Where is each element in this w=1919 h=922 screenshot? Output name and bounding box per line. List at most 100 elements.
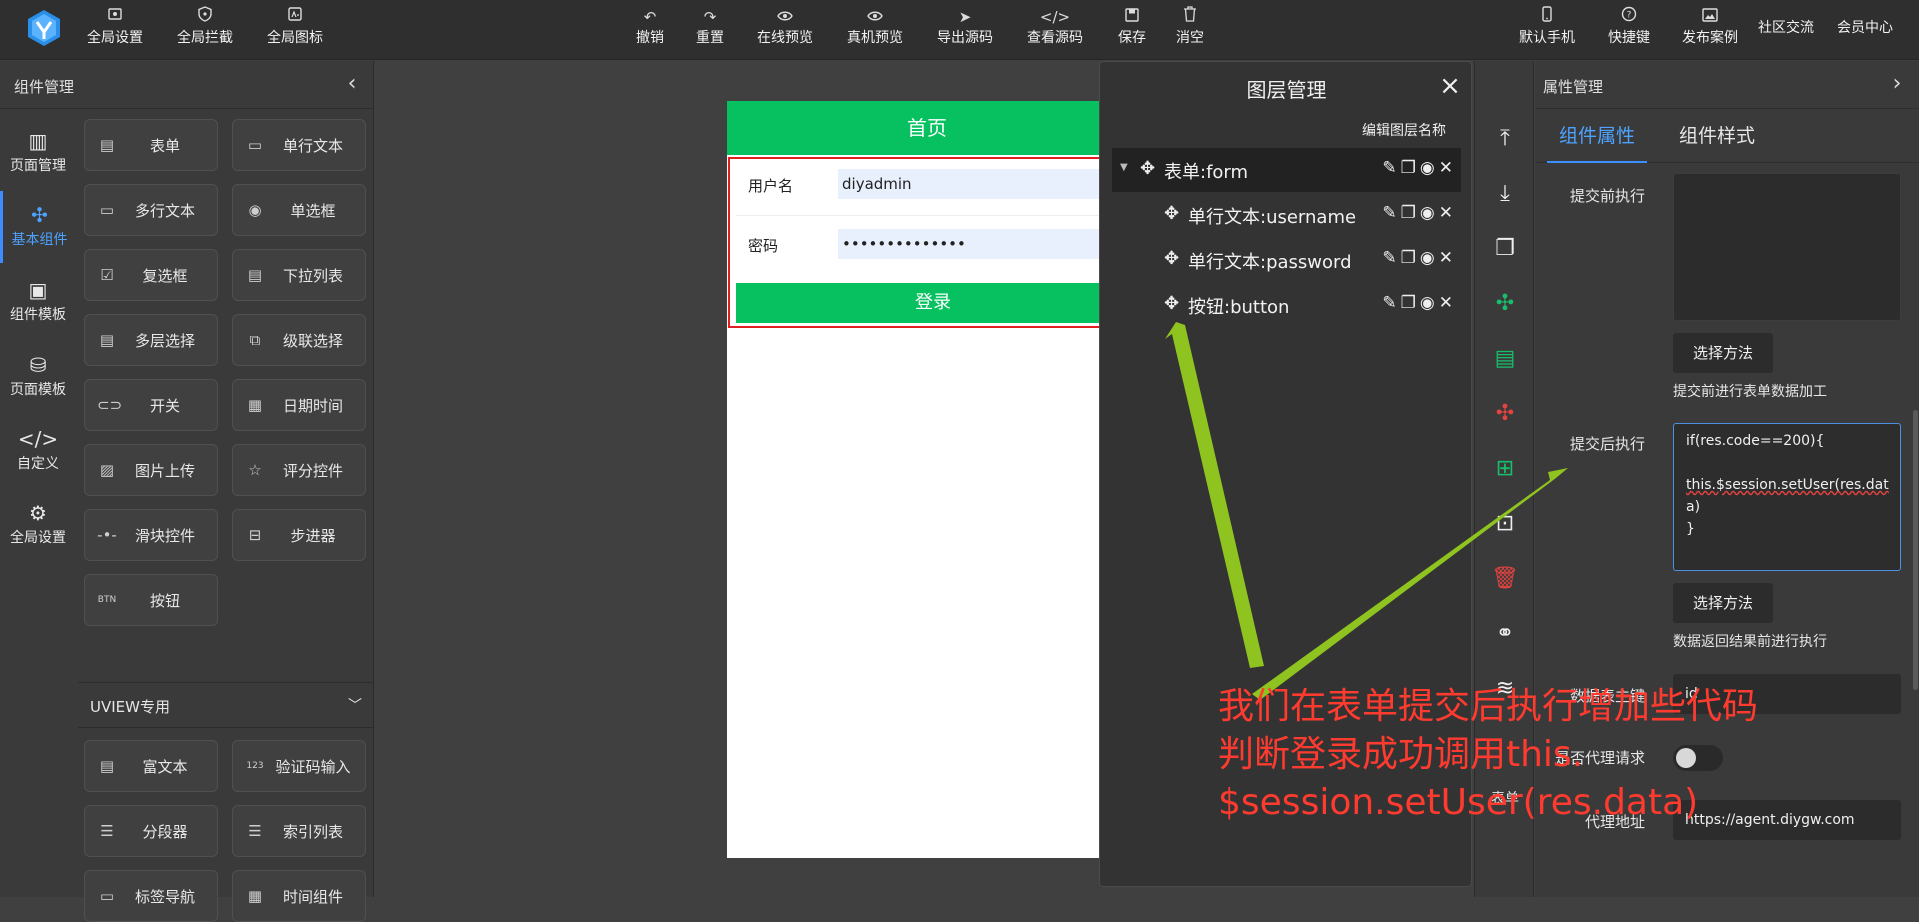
add-document-icon[interactable]: ⊞ [1475, 449, 1535, 489]
layer-row-form[interactable]: ▼ ✥ 表单:form ✎❐◉✕ [1112, 148, 1461, 192]
before-submit-textarea[interactable] [1673, 173, 1901, 321]
copy-icon[interactable]: ❐ [1401, 203, 1420, 223]
tab-component-styles[interactable]: 组件样式 [1667, 109, 1767, 163]
uview-section-header[interactable]: UVIEW专用 ﹀ [78, 682, 374, 728]
view-source-button[interactable]: </> 查看源码 [1022, 6, 1088, 54]
eye-icon[interactable]: ◉ [1420, 248, 1439, 268]
global-intercept-button[interactable]: 全局拦截 [172, 6, 238, 54]
move-icon[interactable]: ✥ [1164, 203, 1179, 224]
component-tab-nav[interactable]: ▭ 标签导航 [84, 870, 218, 922]
component-switch[interactable]: ⊂⊃ 开关 [84, 379, 218, 431]
eye-icon[interactable]: ◉ [1420, 203, 1439, 223]
eye-icon[interactable]: ◉ [1420, 158, 1439, 178]
move-bottom-icon[interactable]: ⤓ [1475, 174, 1535, 214]
move-icon[interactable]: ✥ [1164, 293, 1179, 314]
shortcuts-button[interactable]: ? 快捷键 [1604, 6, 1654, 54]
edit-icon[interactable]: ✎ [1382, 158, 1400, 178]
password-field[interactable]: •••••••••••••• [838, 229, 1128, 259]
copy-icon[interactable]: ❐ [1401, 293, 1420, 313]
component-slider[interactable]: -•- 滑块控件 [84, 509, 218, 561]
close-icon[interactable]: × [1436, 72, 1464, 100]
redo-button[interactable]: ↷ 重置 [692, 6, 728, 54]
component-rate[interactable]: ☆ 评分控件 [232, 444, 366, 496]
component-stepper[interactable]: ⊟ 步进器 [232, 509, 366, 561]
nav-basic-components[interactable]: ✣ 基本组件 [0, 191, 76, 263]
eye-icon[interactable]: ◉ [1420, 293, 1439, 313]
close-icon[interactable]: ✕ [1439, 248, 1457, 268]
nav-page-templates[interactable]: ⛁ 页面模板 [0, 341, 76, 413]
component-rich-text[interactable]: ▤ 富文本 [84, 740, 218, 792]
component-radio[interactable]: ◉ 单选框 [232, 184, 366, 236]
puzzle-icon[interactable]: ✣ [1475, 394, 1535, 434]
select-method-button[interactable]: 选择方法 [1673, 583, 1773, 623]
move-top-icon[interactable]: ⤒ [1475, 119, 1535, 159]
login-icon[interactable]: ⊡ [1475, 504, 1535, 544]
select-method-button[interactable]: 选择方法 [1673, 333, 1773, 373]
layer-row-password[interactable]: ✥ 单行文本:password ✎❐◉✕ [1112, 238, 1461, 282]
edit-icon[interactable]: ✎ [1382, 248, 1400, 268]
close-icon[interactable]: ✕ [1439, 158, 1457, 178]
puzzle-icon[interactable]: ✣ [1475, 284, 1535, 324]
clear-button[interactable]: 消空 [1172, 6, 1208, 54]
component-single-text[interactable]: ▭ 单行文本 [232, 119, 366, 171]
nav-global-settings[interactable]: ⚙ 全局设置 [0, 489, 76, 561]
selected-form[interactable]: 用户名 diyadmin 密码 •••••••••••••• 登录 [728, 157, 1130, 328]
move-icon[interactable]: ✥ [1164, 248, 1179, 269]
layer-row-username[interactable]: ✥ 单行文本:username ✎❐◉✕ [1112, 193, 1461, 237]
chevron-left-icon[interactable]: ‹ [340, 71, 364, 97]
nav-custom[interactable]: </> 自定义 [0, 415, 76, 487]
close-icon[interactable]: ✕ [1439, 293, 1457, 313]
copy-icon[interactable]: ❐ [1401, 158, 1420, 178]
default-phone-button[interactable]: 默认手机 [1514, 6, 1580, 54]
proxy-request-toggle[interactable] [1673, 745, 1723, 771]
community-link[interactable]: 社区交流 [1753, 18, 1819, 66]
login-button[interactable]: 登录 [736, 283, 1130, 323]
move-icon[interactable]: ✥ [1140, 158, 1155, 179]
component-image-upload[interactable]: ▨ 图片上传 [84, 444, 218, 496]
component-index-list[interactable]: ☰ 索引列表 [232, 805, 366, 857]
component-form[interactable]: ▤ 表单 [84, 119, 218, 171]
member-center-link[interactable]: 会员中心 [1832, 18, 1898, 66]
component-button[interactable]: BTN 按钮 [84, 574, 218, 626]
close-icon[interactable]: ✕ [1439, 203, 1457, 223]
after-submit-textarea[interactable]: if(res.code==200){ this.$session.setUser… [1673, 423, 1901, 571]
online-preview-button[interactable]: 在线预览 [752, 6, 818, 54]
device-preview-button[interactable]: 真机预览 [842, 6, 908, 54]
component-code-input[interactable]: 123 验证码输入 [232, 740, 366, 792]
copy-icon[interactable]: ❐ [1401, 248, 1420, 268]
app-logo[interactable] [24, 8, 64, 48]
publish-case-button[interactable]: 发布案例 [1677, 6, 1743, 54]
edit-layer-name-link[interactable]: 编辑图层名称 [1362, 120, 1446, 140]
global-settings-button[interactable]: 全局设置 [82, 6, 148, 54]
proxy-url-input[interactable]: https://agent.diygw.com [1673, 800, 1901, 840]
export-source-button[interactable]: ➤ 导出源码 [932, 6, 998, 54]
save-icon [1114, 6, 1150, 28]
component-select[interactable]: ▤ 下拉列表 [232, 249, 366, 301]
caret-down-icon[interactable]: ▼ [1120, 162, 1128, 173]
component-datetime[interactable]: ▦ 日期时间 [232, 379, 366, 431]
component-multi-select[interactable]: ▤ 多层选择 [84, 314, 218, 366]
component-cascade[interactable]: ⧉ 级联选择 [232, 314, 366, 366]
undo-button[interactable]: ↶ 撤销 [632, 6, 668, 54]
component-segmented[interactable]: ☰ 分段器 [84, 805, 218, 857]
component-time[interactable]: ▦ 时间组件 [232, 870, 366, 922]
edit-icon[interactable]: ✎ [1382, 203, 1400, 223]
layer-name: 单行文本:password [1188, 252, 1352, 273]
username-field[interactable]: diyadmin [838, 169, 1128, 199]
edit-icon[interactable]: ✎ [1382, 293, 1400, 313]
link-icon[interactable]: ⚭ [1475, 614, 1535, 654]
save-button[interactable]: 保存 [1114, 6, 1150, 54]
copy-icon[interactable]: ❐ [1475, 229, 1535, 269]
document-icon[interactable]: ▤ [1475, 339, 1535, 379]
layer-row-button[interactable]: ✥ 按钮:button ✎❐◉✕ [1112, 283, 1461, 327]
chevron-right-icon[interactable]: › [1885, 71, 1909, 97]
nav-component-templates[interactable]: ▣ 组件模板 [0, 266, 76, 338]
form-divider [736, 215, 1126, 216]
nav-page-manage[interactable]: ▥ 页面管理 [0, 117, 76, 189]
property-scrollbar[interactable] [1913, 410, 1918, 690]
global-icons-button[interactable]: 全局图标 [262, 6, 328, 54]
component-checkbox[interactable]: ☑ 复选框 [84, 249, 218, 301]
tab-component-props[interactable]: 组件属性 [1547, 109, 1648, 163]
trash-icon[interactable]: 🗑 [1475, 559, 1535, 599]
component-multi-text[interactable]: ▭ 多行文本 [84, 184, 218, 236]
